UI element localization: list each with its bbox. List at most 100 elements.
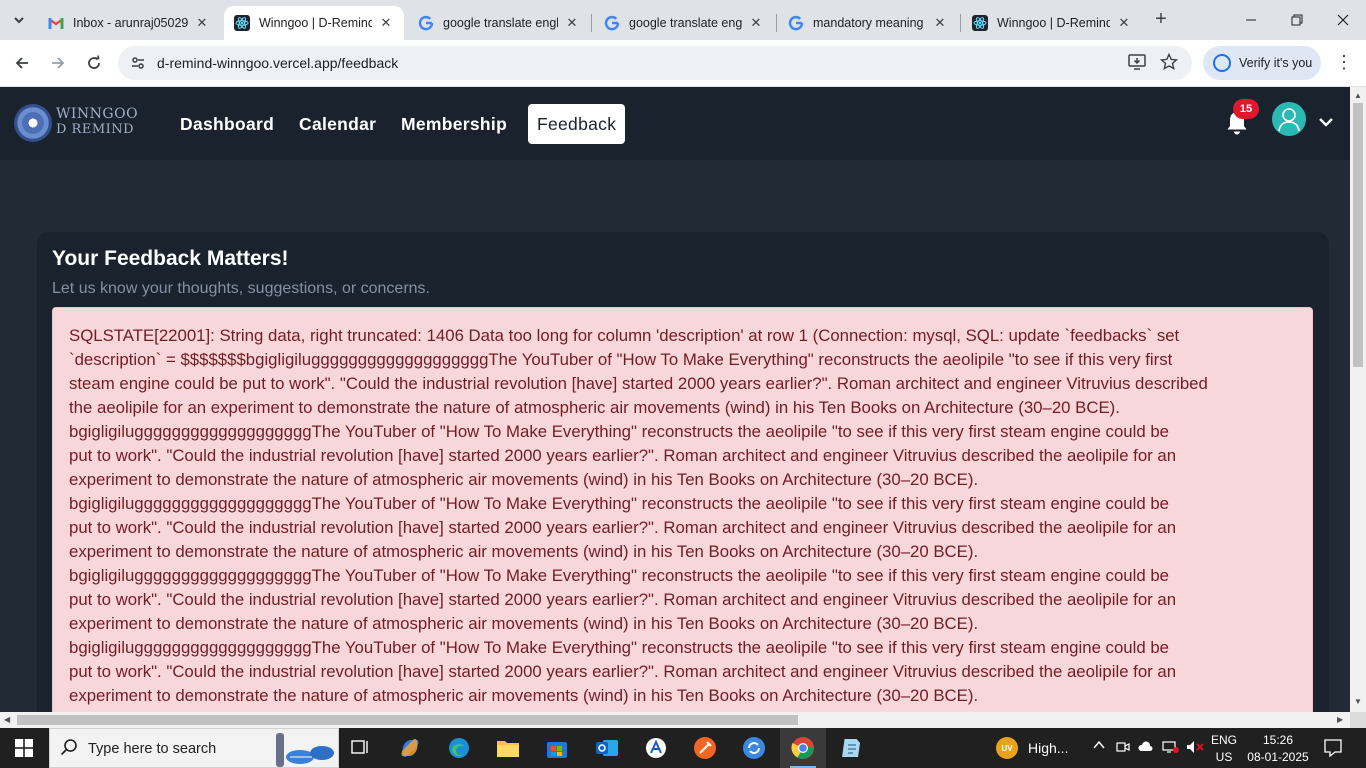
error-line: experiment to demonstrate the nature of … [69,686,979,705]
address-bar[interactable]: d-remind-winngoo.vercel.app/feedback [118,46,1192,80]
tab-title: Winngoo | D-Remind [259,16,372,30]
chevron-up-icon[interactable] [1092,739,1106,754]
nav-feedback[interactable]: Feedback [528,104,626,144]
browser-tab-winngoo[interactable]: Winngoo | D-Remind ✕ [962,6,1142,40]
weather-label[interactable]: High... [1028,740,1068,756]
microsoft-store-icon[interactable] [543,734,571,762]
vertical-scrollbar[interactable]: ▲ ▼ [1350,87,1366,712]
minimize-button[interactable] [1228,0,1274,40]
error-line: put to work". "Could the industrial revo… [69,518,1177,537]
file-explorer-icon[interactable] [494,734,522,762]
react-icon [972,15,988,31]
horizontal-scrollbar[interactable]: ◀ ▶ [0,712,1350,728]
close-window-button[interactable] [1320,0,1366,40]
task-view-icon[interactable] [346,734,374,762]
start-button[interactable] [0,728,48,768]
volume-muted-icon[interactable] [1186,740,1204,757]
copilot-icon[interactable] [396,734,424,762]
error-line: bgigligilugggggggggggggggggggThe YouTube… [69,638,1170,657]
pen-app-icon[interactable] [691,734,719,762]
browser-tab-winngoo-active[interactable]: Winngoo | D-Remind ✕ [224,6,404,40]
notification-center-icon[interactable] [1324,739,1342,760]
close-icon[interactable]: ✕ [194,15,210,31]
new-tab-button[interactable]: + [1150,8,1172,30]
forward-button[interactable] [45,50,71,76]
site-info-icon[interactable] [130,55,146,74]
meet-now-icon[interactable] [1116,740,1130,757]
region-code: US [1215,750,1233,764]
winngoo-logo-icon[interactable] [14,104,52,142]
back-button[interactable] [9,50,35,76]
onedrive-icon[interactable] [1138,740,1154,757]
google-icon [418,15,434,31]
chrome-icon[interactable] [789,734,817,762]
url-text[interactable]: d-remind-winngoo.vercel.app/feedback [157,55,398,71]
language-code: ENG [1210,733,1237,747]
browser-tab-gmail[interactable]: Inbox - arunraj050291 ✕ [38,6,220,40]
search-highlight-illustration-icon [274,731,336,767]
error-line: SQLSTATE[22001]: String data, right trun… [69,326,1180,345]
close-icon[interactable]: ✕ [748,15,764,31]
google-icon [604,15,620,31]
browser-menu-icon[interactable]: ⋮ [1335,52,1353,73]
install-app-icon[interactable] [1128,53,1146,76]
close-icon[interactable]: ✕ [564,15,580,31]
horizontal-scroll-thumb[interactable] [17,715,798,725]
weather-uv-icon[interactable]: UV [996,737,1018,759]
minimize-icon [1246,19,1256,21]
browser-tab-google-translate[interactable]: google translate engl ✕ [408,6,590,40]
close-icon [1337,14,1349,26]
tab-separator [960,14,961,32]
user-icon [1278,108,1300,132]
outlook-icon[interactable] [593,734,621,762]
scroll-down-arrow-icon[interactable]: ▼ [1354,697,1362,706]
language-indicator[interactable]: ENG US [1208,733,1240,764]
restore-icon [1291,14,1303,26]
browser-tab-mandatory-meaning[interactable]: mandatory meaning ✕ [778,6,958,40]
error-line: `description` = $$$$$$$bgigligiluggggggg… [69,350,1173,369]
brand-line-2: D REMIND [56,122,135,137]
nav-dashboard[interactable]: Dashboard [180,104,274,144]
tab-separator [776,14,777,32]
notification-count-badge: 15 [1233,99,1259,119]
scroll-right-arrow-icon[interactable]: ▶ [1337,715,1343,724]
tab-title: Winngoo | D-Remind [997,16,1110,30]
vertical-scroll-thumb[interactable] [1353,103,1363,367]
tab-title: Inbox - arunraj050291 [73,16,188,30]
user-avatar[interactable] [1272,102,1306,136]
close-icon[interactable]: ✕ [378,15,394,31]
tab-search-button[interactable] [6,7,32,33]
network-icon[interactable] [1162,740,1180,757]
edge-icon[interactable] [445,734,473,762]
clock-date: 08-01-2025 [1247,750,1309,764]
profile-menu-chevron-icon[interactable] [1318,115,1334,129]
brand-wordmark[interactable]: WINNGOO D REMIND [56,107,138,138]
error-line: put to work". "Could the industrial revo… [69,590,1177,609]
restore-button[interactable] [1274,0,1320,40]
sync-app-icon[interactable] [740,734,768,762]
gmail-icon [48,15,64,31]
nav-calendar[interactable]: Calendar [299,104,376,144]
error-line: experiment to demonstrate the nature of … [69,614,979,633]
close-icon[interactable]: ✕ [932,15,948,31]
nav-membership[interactable]: Membership [401,104,507,144]
feedback-card: Your Feedback Matters! Let us know your … [37,232,1329,712]
browser-tab-strip: Inbox - arunraj050291 ✕ Winngoo | D-Remi… [0,0,1366,40]
google-icon [788,15,804,31]
bookmark-star-icon[interactable] [1159,52,1179,76]
vpn-shield-icon[interactable] [642,734,670,762]
verify-identity-button[interactable]: Verify it's you [1203,46,1321,80]
error-line: bgigligilugggggggggggggggggggThe YouTube… [69,422,1170,441]
error-line: experiment to demonstrate the nature of … [69,542,979,561]
notepad-icon[interactable] [838,734,866,762]
clock[interactable]: 15:26 08-01-2025 [1246,733,1310,764]
arrow-left-icon [15,57,28,69]
close-icon[interactable]: ✕ [1116,15,1132,31]
page-title: Your Feedback Matters! [52,247,289,270]
scroll-up-arrow-icon[interactable]: ▲ [1354,91,1362,100]
windows-taskbar: Type here to search UV High... ENG US 15… [0,728,1366,768]
browser-tab-google-translate-2[interactable]: google translate engl ✕ [594,6,774,40]
taskbar-search-box[interactable]: Type here to search [49,728,339,768]
scroll-left-arrow-icon[interactable]: ◀ [4,715,10,724]
reload-button[interactable] [81,50,107,76]
